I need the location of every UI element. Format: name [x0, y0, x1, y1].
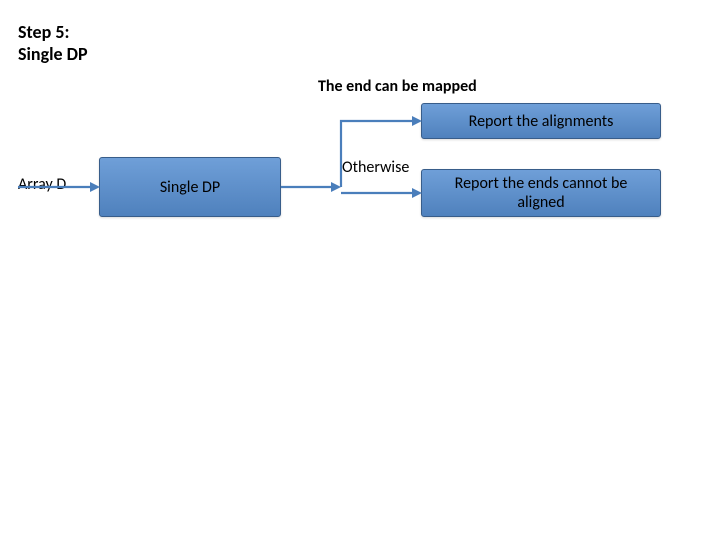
box-report-cannot: Report the ends cannot be aligned: [421, 169, 661, 217]
box-report-cannot-label: Report the ends cannot be aligned: [430, 174, 652, 212]
box-report-alignments-label: Report the alignments: [469, 112, 614, 131]
box-single-dp: Single DP: [99, 157, 281, 217]
box-report-alignments: Report the alignments: [421, 103, 661, 139]
arrow-branch-to-cannot: [338, 186, 424, 200]
label-array-d: Array D: [18, 175, 66, 194]
label-end-can-be-mapped: The end can be mapped: [318, 77, 477, 96]
diagram-canvas: Step 5: Single DP Array D The end can be…: [0, 0, 720, 540]
arrow-single-dp-out: [281, 180, 341, 194]
label-otherwise: Otherwise: [342, 158, 409, 177]
title-line-1: Step 5:: [18, 21, 69, 43]
box-single-dp-label: Single DP: [160, 178, 220, 197]
arrow-branch-to-alignments: [338, 112, 424, 192]
slide-title: Step 5: Single DP: [18, 22, 88, 65]
title-line-2: Single DP: [18, 43, 88, 65]
